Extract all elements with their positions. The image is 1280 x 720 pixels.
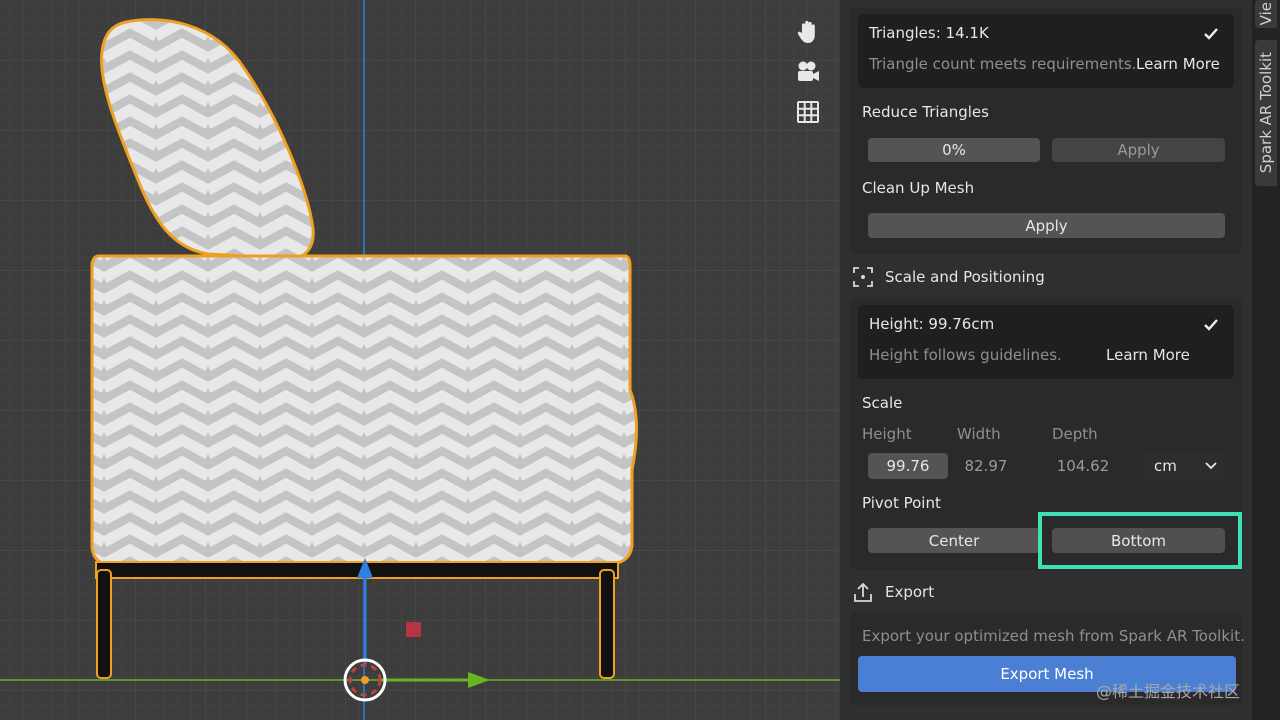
triangles-title: Triangles: 14.1K xyxy=(869,24,989,42)
clean-up-mesh-label: Clean Up Mesh xyxy=(862,179,975,197)
x-arrow-icon xyxy=(468,672,490,688)
reduce-triangles-slider[interactable]: 0% xyxy=(868,138,1040,162)
reduce-triangles-apply-button[interactable]: Apply xyxy=(1052,138,1225,162)
pivot-point-label: Pivot Point xyxy=(862,494,941,512)
unit-select[interactable]: cm xyxy=(1144,453,1225,479)
sidebar-tabs: Vie Spark AR Toolkit xyxy=(1252,0,1280,720)
height-card-status: Height follows guidelines. xyxy=(869,346,1062,364)
chevron-down-icon xyxy=(1205,462,1217,470)
pivot-bottom-button[interactable]: Bottom xyxy=(1052,528,1225,553)
width-input[interactable]: 82.97 xyxy=(956,453,1016,479)
triangles-status: Triangle count meets requirements. xyxy=(869,55,1137,73)
scale-positioning-title[interactable]: Scale and Positioning xyxy=(885,268,1045,286)
watermark: @稀土掘金技术社区 xyxy=(1096,682,1241,701)
height-learn-more-link[interactable]: Learn More xyxy=(1106,346,1190,364)
triangles-learn-more-link[interactable]: Learn More xyxy=(1136,55,1220,73)
scene-canvas[interactable] xyxy=(0,0,840,720)
width-column-label: Width xyxy=(957,425,1001,443)
export-description: Export your optimized mesh from Spark AR… xyxy=(862,627,1245,645)
sofa-body xyxy=(90,254,638,568)
depth-column-label: Depth xyxy=(1052,425,1098,443)
3d-viewport[interactable] xyxy=(0,0,840,720)
sofa-leg-right xyxy=(599,569,615,679)
clean-up-apply-button[interactable]: Apply xyxy=(868,213,1225,238)
height-card-title: Height: 99.76cm xyxy=(869,315,995,333)
scale-positioning-icon xyxy=(853,267,873,287)
properties-panel: Triangles: 14.1K Triangle count meets re… xyxy=(840,0,1252,720)
height-column-label: Height xyxy=(862,425,912,443)
hand-icon[interactable] xyxy=(792,16,824,48)
unit-select-value: cm xyxy=(1154,457,1177,475)
depth-input[interactable]: 104.62 xyxy=(1046,453,1120,479)
sofa-leg-left xyxy=(96,569,112,679)
tab-spark-ar-toolkit[interactable]: Spark AR Toolkit xyxy=(1255,40,1277,186)
camera-icon[interactable] xyxy=(792,56,824,88)
z-handle-icon xyxy=(406,622,421,637)
check-icon xyxy=(1204,319,1218,331)
grid-icon[interactable] xyxy=(792,96,824,128)
reduce-triangles-label: Reduce Triangles xyxy=(862,103,989,121)
export-title[interactable]: Export xyxy=(885,583,934,601)
check-icon xyxy=(1204,28,1218,40)
tab-view[interactable]: Vie xyxy=(1255,0,1277,28)
height-input[interactable]: 99.76 xyxy=(868,453,948,479)
scale-label: Scale xyxy=(862,394,903,412)
pivot-center-button[interactable]: Center xyxy=(868,528,1040,553)
export-icon xyxy=(854,582,872,602)
sofa-frame xyxy=(95,561,619,579)
sofa-backrest xyxy=(100,18,315,261)
3d-cursor-icon xyxy=(343,658,387,702)
